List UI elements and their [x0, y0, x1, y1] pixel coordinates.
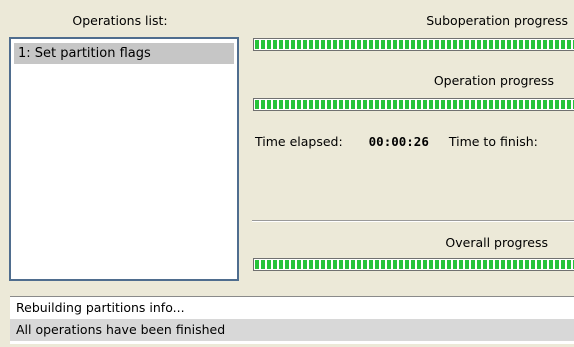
log-panel[interactable]: Rebuilding partitions info... All operat… — [10, 296, 574, 344]
suboperation-progress-label: Suboperation progress — [426, 13, 568, 28]
overall-progress-fill — [255, 260, 574, 269]
operations-list-title: Operations list: — [72, 13, 168, 28]
log-line: Rebuilding partitions info... — [16, 300, 185, 315]
operation-progress-bar — [253, 98, 574, 111]
time-elapsed-value: 00:00:26 — [368, 134, 429, 149]
suboperation-progress-fill — [255, 40, 574, 49]
operation-progress-label: Operation progress — [433, 73, 554, 88]
operations-list[interactable]: 1: Set partition flags — [9, 37, 239, 281]
suboperation-progress-bar — [253, 38, 574, 51]
operation-item[interactable]: 1: Set partition flags — [14, 43, 234, 64]
separator — [252, 220, 574, 222]
time-elapsed-label: Time elapsed: — [255, 134, 343, 149]
time-to-finish-label: Time to finish: — [448, 134, 538, 149]
operation-progress-fill — [255, 100, 574, 109]
overall-progress-bar — [253, 258, 574, 271]
log-line: All operations have been finished — [10, 319, 574, 341]
overall-progress-label: Overall progress — [445, 235, 548, 250]
time-row: Time elapsed: 00:00:26 Time to finish: — [255, 134, 538, 149]
